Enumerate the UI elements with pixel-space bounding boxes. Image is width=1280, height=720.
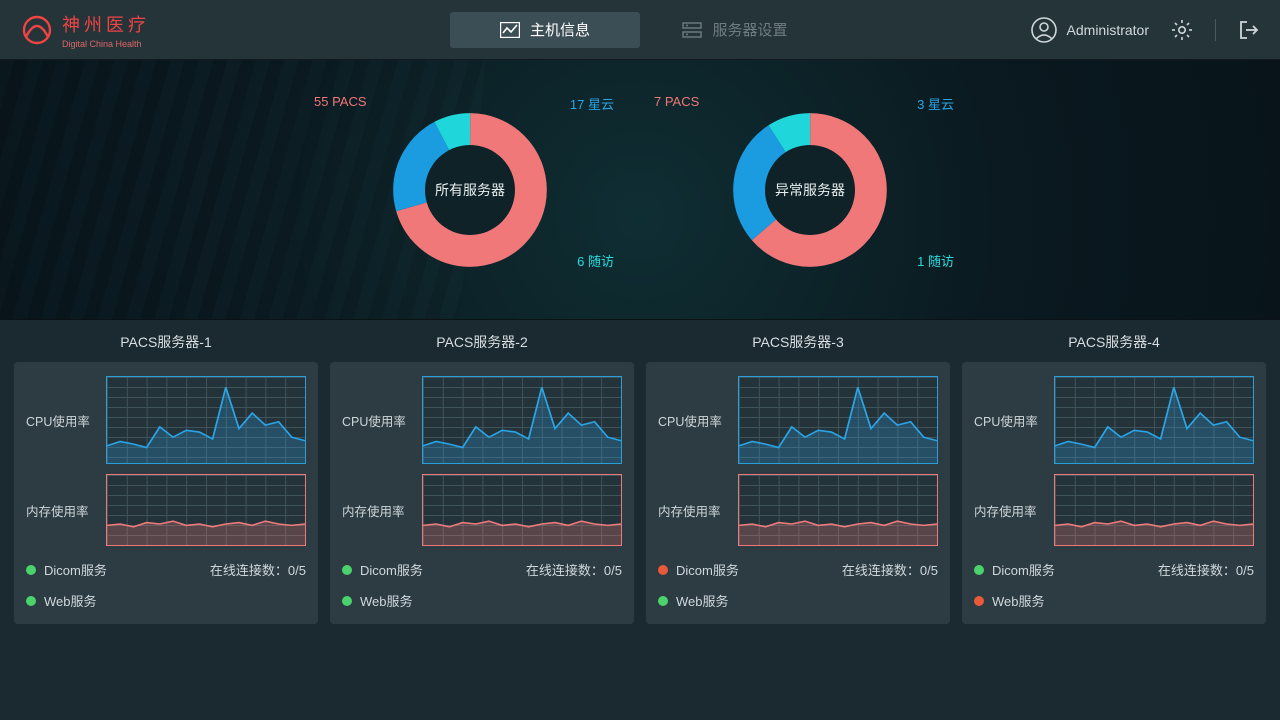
- mem-row: 内存使用率: [26, 474, 306, 546]
- dicom-status-row: Dicom服务 在线连接数：0/5: [26, 560, 306, 579]
- cpu-label: CPU使用率: [342, 411, 412, 430]
- cpu-chart: [1054, 376, 1254, 464]
- web-status-dot: [658, 596, 668, 606]
- connection-count: 在线连接数：0/5: [1158, 560, 1254, 579]
- tab-server-settings[interactable]: 服务器设置: [640, 12, 830, 48]
- mem-label: 内存使用率: [26, 501, 96, 520]
- donut-abnormal-servers: 异常服务器 7 PACS 3 星云 1 随访: [700, 90, 920, 290]
- server-icon: [682, 22, 702, 38]
- overview-panel: 所有服务器 55 PACS 17 星云 6 随访 异常服务器 7 PACS 3 …: [0, 60, 1280, 320]
- donut-abn-pacs-label: 7 PACS: [654, 94, 699, 109]
- user-menu[interactable]: Administrator: [1031, 17, 1149, 43]
- mem-row: 内存使用率: [342, 474, 622, 546]
- server-card[interactable]: CPU使用率内存使用率 Dicom服务 在线连接数：0/5 Web服务: [14, 362, 318, 624]
- connection-count: 在线连接数：0/5: [526, 560, 622, 579]
- web-status-row: Web服务: [26, 591, 306, 610]
- cpu-label: CPU使用率: [658, 411, 728, 430]
- web-label: Web服务: [360, 591, 413, 610]
- chart-icon: [500, 22, 520, 38]
- server-cards: PACS服务器-1CPU使用率内存使用率Dicom服务在线连接数：0/5Web服…: [0, 320, 1280, 624]
- mem-chart: [106, 474, 306, 546]
- server-card-title: PACS服务器-4: [1068, 332, 1160, 352]
- mem-label: 内存使用率: [658, 501, 728, 520]
- dicom-status-dot: [26, 565, 36, 575]
- donut-all-xingyun-label: 17 星云: [570, 94, 614, 113]
- web-status-row: Web服务: [658, 591, 938, 610]
- mem-label: 内存使用率: [974, 501, 1044, 520]
- mem-chart: [738, 474, 938, 546]
- cpu-chart: [422, 376, 622, 464]
- user-name: Administrator: [1067, 22, 1149, 38]
- server-card[interactable]: CPU使用率内存使用率 Dicom服务 在线连接数：0/5 Web服务: [330, 362, 634, 624]
- brand-logo: 神州医疗 Digital China Health: [20, 11, 150, 49]
- donut-all-suifang-label: 6 随访: [577, 251, 614, 270]
- donut-abn-xingyun-label: 3 星云: [917, 94, 954, 113]
- donut-abnormal-title: 异常服务器: [765, 145, 855, 235]
- connection-count: 在线连接数：0/5: [210, 560, 306, 579]
- dicom-status-row: Dicom服务 在线连接数：0/5: [974, 560, 1254, 579]
- connection-count: 在线连接数：0/5: [842, 560, 938, 579]
- dicom-status-dot: [658, 565, 668, 575]
- tab-host-label: 主机信息: [530, 19, 590, 40]
- header-right: Administrator: [1031, 17, 1260, 43]
- web-label: Web服务: [992, 591, 1045, 610]
- donut-all-pacs-label: 55 PACS: [314, 94, 367, 109]
- brand-mark-icon: [20, 13, 54, 47]
- dicom-label: Dicom服务: [360, 560, 423, 579]
- brand-name: 神州医疗: [62, 11, 150, 37]
- logout-icon[interactable]: [1238, 19, 1260, 41]
- dicom-status-dot: [342, 565, 352, 575]
- cpu-row: CPU使用率: [342, 376, 622, 464]
- mem-row: 内存使用率: [974, 474, 1254, 546]
- user-icon: [1031, 17, 1057, 43]
- donut-all-servers: 所有服务器 55 PACS 17 星云 6 随访: [360, 90, 580, 290]
- server-card-title: PACS服务器-2: [436, 332, 528, 352]
- tab-host-info[interactable]: 主机信息: [450, 12, 640, 48]
- tab-server-label: 服务器设置: [712, 19, 787, 40]
- cpu-row: CPU使用率: [26, 376, 306, 464]
- dicom-label: Dicom服务: [44, 560, 107, 579]
- mem-label: 内存使用率: [342, 501, 412, 520]
- gear-icon[interactable]: [1171, 19, 1193, 41]
- web-label: Web服务: [676, 591, 729, 610]
- web-label: Web服务: [44, 591, 97, 610]
- server-card[interactable]: CPU使用率内存使用率 Dicom服务 在线连接数：0/5 Web服务: [962, 362, 1266, 624]
- web-status-dot: [974, 596, 984, 606]
- donut-abn-suifang-label: 1 随访: [917, 251, 954, 270]
- header-divider: [1215, 19, 1216, 41]
- mem-chart: [1054, 474, 1254, 546]
- mem-chart: [422, 474, 622, 546]
- server-card-title: PACS服务器-3: [752, 332, 844, 352]
- dicom-status-row: Dicom服务 在线连接数：0/5: [342, 560, 622, 579]
- cpu-row: CPU使用率: [974, 376, 1254, 464]
- top-tabs: 主机信息 服务器设置: [450, 12, 830, 48]
- cpu-label: CPU使用率: [974, 411, 1044, 430]
- web-status-row: Web服务: [342, 591, 622, 610]
- web-status-dot: [26, 596, 36, 606]
- server-card-title: PACS服务器-1: [120, 332, 212, 352]
- cpu-chart: [738, 376, 938, 464]
- dicom-status-row: Dicom服务 在线连接数：0/5: [658, 560, 938, 579]
- web-status-row: Web服务: [974, 591, 1254, 610]
- dicom-label: Dicom服务: [992, 560, 1055, 579]
- brand-sub: Digital China Health: [62, 39, 150, 49]
- dicom-label: Dicom服务: [676, 560, 739, 579]
- mem-row: 内存使用率: [658, 474, 938, 546]
- header: 神州医疗 Digital China Health 主机信息 服务器设置: [0, 0, 1280, 60]
- cpu-chart: [106, 376, 306, 464]
- dicom-status-dot: [974, 565, 984, 575]
- cpu-label: CPU使用率: [26, 411, 96, 430]
- donut-all-title: 所有服务器: [425, 145, 515, 235]
- cpu-row: CPU使用率: [658, 376, 938, 464]
- web-status-dot: [342, 596, 352, 606]
- server-card[interactable]: CPU使用率内存使用率 Dicom服务 在线连接数：0/5 Web服务: [646, 362, 950, 624]
